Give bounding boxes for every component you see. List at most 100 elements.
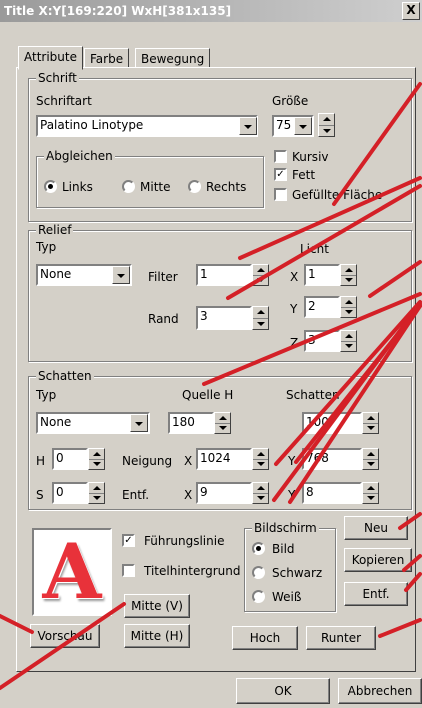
schatten-value: 100	[306, 415, 329, 429]
neu-button[interactable]: Neu	[344, 516, 408, 540]
rechts-radio[interactable]	[188, 180, 201, 193]
preview-box: A	[32, 528, 112, 616]
relief-typ-value: None	[40, 267, 72, 281]
schwarz-radio[interactable]	[252, 566, 265, 579]
rand-spinner[interactable]	[252, 306, 269, 330]
kursiv-label: Kursiv	[292, 150, 329, 164]
schatten-typ-dropdown-icon[interactable]	[130, 414, 148, 432]
hoch-button[interactable]: Hoch	[232, 626, 298, 650]
licht-y-input[interactable]: 2	[304, 296, 340, 318]
entf-button-label: Entf.	[362, 587, 390, 601]
schatten-legend: Schatten	[36, 369, 94, 383]
licht-x-value: 1	[308, 267, 316, 281]
entf-x-label: X	[184, 488, 193, 502]
licht-z-spinner[interactable]	[340, 330, 357, 352]
links-radio[interactable]	[44, 180, 57, 193]
relief-typ-dropdown-icon[interactable]	[112, 266, 130, 284]
schatten-input[interactable]: 100	[302, 412, 362, 434]
filter-value: 1	[200, 267, 208, 281]
groesse-dropdown-icon[interactable]	[294, 117, 312, 135]
weiss-radio[interactable]	[252, 590, 265, 603]
mitte-v-label: Mitte (V)	[131, 599, 183, 613]
fett-checkbox[interactable]: ✓	[274, 168, 287, 181]
licht-z-label: Z	[290, 336, 299, 350]
groesse-spinner[interactable]	[318, 113, 335, 137]
s-input[interactable]: 0	[52, 482, 88, 504]
gefuellt-checkbox[interactable]	[274, 188, 287, 201]
neigung-label: Neigung	[122, 454, 173, 468]
rechts-label: Rechts	[206, 180, 247, 194]
s-label: S	[36, 488, 44, 502]
bildschirm-legend: Bildschirm	[252, 521, 319, 535]
mitte-radio[interactable]	[122, 180, 135, 193]
s-value: 0	[56, 485, 64, 499]
quelle-label: Quelle H	[182, 388, 234, 402]
mitte-label: Mitte	[140, 180, 171, 194]
schatten-spinner[interactable]	[362, 412, 379, 434]
schwarz-label: Schwarz	[272, 566, 323, 580]
rand-input[interactable]: 3	[196, 306, 252, 330]
licht-x-spinner[interactable]	[340, 264, 357, 286]
entf-x-value: 9	[200, 485, 208, 499]
licht-y-spinner[interactable]	[340, 296, 357, 318]
links-label: Links	[62, 180, 93, 194]
titelhintergrund-checkbox[interactable]	[122, 564, 135, 577]
tab-farbe-label: Farbe	[90, 52, 124, 66]
entf-y-value: 8	[306, 485, 314, 499]
schriftart-value: Palatino Linotype	[40, 118, 144, 132]
vorschau-label: Vorschau	[37, 629, 93, 643]
kopieren-button[interactable]: Kopieren	[344, 548, 412, 572]
neu-label: Neu	[364, 521, 388, 535]
s-spinner[interactable]	[88, 482, 105, 504]
neigung-y-input[interactable]: 768	[302, 448, 362, 470]
abbrechen-button[interactable]: Abbrechen	[338, 678, 422, 704]
entf-button[interactable]: Entf.	[344, 582, 408, 606]
neigung-x-input[interactable]: 1024	[196, 448, 252, 470]
schriftart-select[interactable]: Palatino Linotype	[36, 115, 258, 137]
licht-y-label: Y	[290, 302, 298, 316]
entf-y-input[interactable]: 8	[302, 482, 362, 504]
licht-x-label: X	[290, 270, 299, 284]
fuehrungslinie-checkbox[interactable]: ✓	[122, 534, 135, 547]
relief-legend: Relief	[36, 223, 74, 237]
ok-button[interactable]: OK	[236, 678, 330, 704]
ok-label: OK	[274, 684, 292, 698]
h-input[interactable]: 0	[52, 448, 88, 470]
quelle-input[interactable]: 180	[168, 412, 214, 434]
filter-input[interactable]: 1	[196, 264, 252, 286]
runter-button[interactable]: Runter	[306, 626, 376, 650]
vorschau-button[interactable]: Vorschau	[30, 624, 100, 648]
quelle-spinner[interactable]	[214, 412, 231, 434]
h-spinner[interactable]	[88, 448, 105, 470]
schrift-legend: Schrift	[36, 71, 79, 85]
schatten-typ-value: None	[40, 415, 72, 429]
schriftart-label: Schriftart	[36, 94, 92, 108]
licht-x-input[interactable]: 1	[304, 264, 340, 286]
licht-z-input[interactable]: 3	[304, 330, 340, 352]
kopieren-label: Kopieren	[351, 553, 405, 567]
entf-x-spinner[interactable]	[252, 482, 269, 504]
filter-spinner[interactable]	[252, 264, 269, 286]
close-button[interactable]: X	[402, 2, 420, 20]
kursiv-checkbox[interactable]	[274, 150, 287, 163]
neigung-y-spinner[interactable]	[362, 448, 379, 470]
fuehrungslinie-label: Führungslinie	[144, 534, 225, 548]
tab-attribute[interactable]: Attribute	[18, 46, 83, 70]
entf-y-spinner[interactable]	[362, 482, 379, 504]
tab-bewegung-label: Bewegung	[141, 52, 205, 66]
licht-z-value: 3	[308, 333, 316, 347]
entf-x-input[interactable]: 9	[196, 482, 252, 504]
neigung-x-spinner[interactable]	[252, 448, 269, 470]
close-icon: X	[406, 3, 416, 17]
rand-label: Rand	[148, 312, 179, 326]
neigung-x-label: X	[184, 454, 193, 468]
mitte-h-button[interactable]: Mitte (H)	[124, 624, 190, 648]
abbrechen-label: Abbrechen	[347, 684, 413, 698]
weiss-label: Weiß	[272, 590, 302, 604]
bild-radio[interactable]	[252, 542, 265, 555]
abgleichen-legend: Abgleichen	[44, 149, 115, 163]
schriftart-dropdown-icon[interactable]	[239, 117, 257, 135]
window-title-bar[interactable]: Title X:Y[169:220] WxH[381x135]	[0, 0, 422, 22]
rand-value: 3	[200, 309, 208, 323]
mitte-v-button[interactable]: Mitte (V)	[124, 594, 190, 618]
